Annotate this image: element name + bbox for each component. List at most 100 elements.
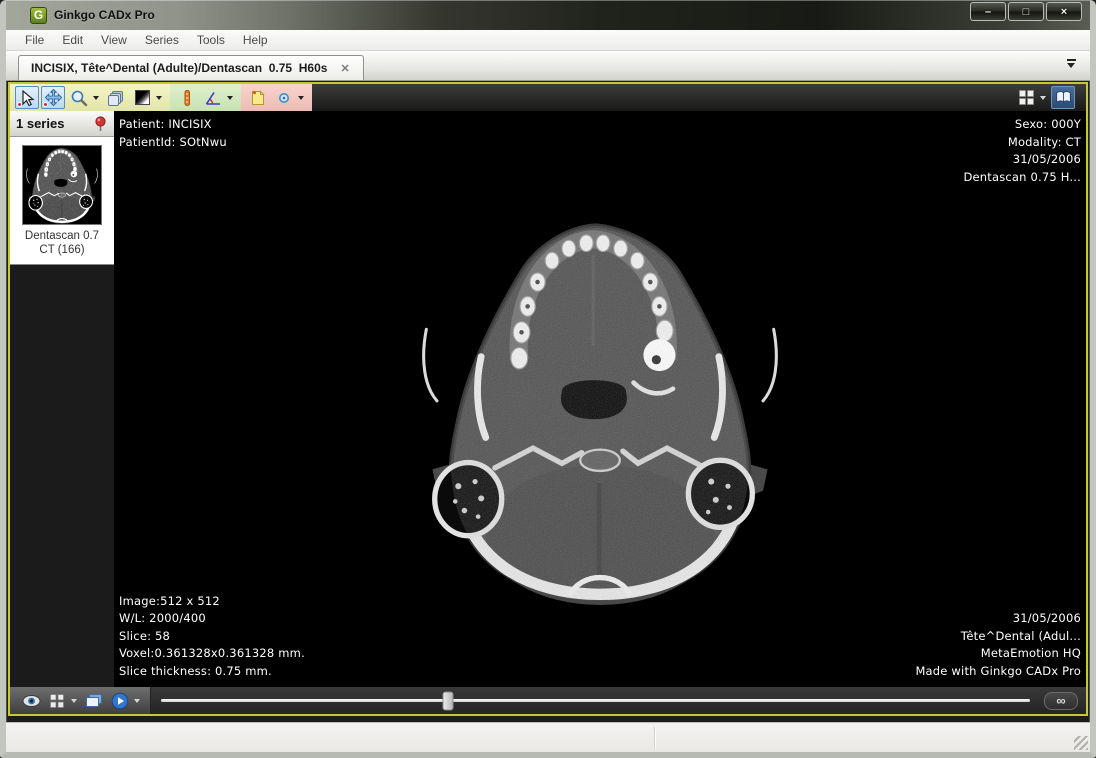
note-icon	[252, 89, 265, 105]
overlay-watermark: Made with Ginkgo CADx Pro	[915, 663, 1081, 678]
note-tool-button[interactable]	[246, 86, 270, 109]
angle-tool-button[interactable]	[201, 86, 225, 109]
pan-badge-icon	[43, 102, 48, 107]
menu-bar: File Edit View Series Tools Help	[6, 30, 1090, 51]
series-thumbnail[interactable]	[22, 145, 102, 225]
play-dropdown-icon[interactable]	[134, 698, 140, 703]
menu-series[interactable]: Series	[136, 31, 188, 49]
overlay-voxel: Voxel:0.361328x0.361328 mm.	[119, 646, 305, 660]
overlay-patient-name: Patient: INCISIX	[119, 117, 212, 131]
status-bar	[6, 722, 1090, 752]
overlay-study-date: 31/05/2006	[1012, 152, 1081, 166]
overlay-image-size: Image:512 x 512	[119, 593, 220, 608]
toolgroup-annotate	[241, 84, 312, 111]
status-bar-divider	[654, 727, 655, 748]
dicom-book-button[interactable]	[1051, 86, 1075, 109]
toolgroup-layout	[1009, 84, 1086, 111]
close-button[interactable]: ×	[1046, 2, 1082, 21]
overlay-slice-thickness: Slice thickness: 0.75 mm.	[119, 663, 272, 678]
series-name: Dentascan 0.7	[24, 230, 100, 242]
zoom-dropdown-icon[interactable]	[93, 95, 99, 100]
pan-tool-button[interactable]	[41, 86, 65, 109]
maximize-button[interactable]: □	[1008, 2, 1044, 21]
tab-label: INCISIX, Tête^Dental (Adulte)/Dentascan …	[31, 61, 328, 75]
dicom-viewport[interactable]: Patient: INCISIX PatientId: SOtNwu Sexo:…	[114, 111, 1086, 687]
layout-grid-icon	[1018, 90, 1034, 105]
magnifier-icon	[71, 90, 88, 106]
viewer-toolbar	[10, 84, 1086, 111]
visibility-button[interactable]	[19, 690, 43, 712]
overlay-window-level: W/L: 2000/400	[119, 611, 206, 625]
overlay-image-info: Image:512 x 512 W/L: 2000/400 Slice: 58 …	[119, 593, 305, 681]
play-icon	[111, 692, 129, 709]
overlay-institution: MetaEmotion HQ	[980, 646, 1081, 660]
angle-icon	[205, 91, 220, 105]
tab-bar: INCISIX, Tête^Dental (Adulte)/Dentascan …	[6, 51, 1090, 81]
overlay-institution-info: 31/05/2006 Tête^Dental (Adul... MetaEmot…	[915, 610, 1081, 680]
grid-layout-button[interactable]	[45, 690, 69, 712]
ruler-tool-button[interactable]	[175, 86, 199, 109]
grid-layout-dropdown-icon[interactable]	[71, 698, 77, 703]
angle-dropdown-icon[interactable]	[227, 95, 233, 100]
marker-dropdown-icon[interactable]	[298, 95, 304, 100]
book-icon	[1055, 91, 1071, 103]
minimize-button[interactable]: –	[970, 2, 1006, 21]
pin-icon[interactable]	[93, 115, 108, 132]
menu-help[interactable]: Help	[234, 31, 277, 49]
layers-icon	[108, 90, 123, 106]
overlay-sex: Sexo: 000Y	[1014, 117, 1081, 131]
overlay-series-desc: Dentascan 0.75 H...	[963, 169, 1081, 184]
pointer-tool-button[interactable]	[15, 86, 39, 109]
overlay-patient-id: PatientId: SOtNwu	[119, 134, 227, 149]
series-count-label: 1 series	[16, 116, 65, 131]
link-icon: ∞	[1056, 693, 1066, 708]
eye-icon	[22, 694, 40, 707]
overlay-study-info: Sexo: 000Y Modality: CT 31/05/2006 Denta…	[963, 116, 1081, 186]
toolgroup-navigation	[10, 84, 170, 111]
slice-slider[interactable]	[161, 687, 1030, 714]
slice-slider-thumb[interactable]	[442, 691, 454, 710]
layout-dropdown-icon[interactable]	[1040, 95, 1046, 100]
link-series-button[interactable]: ∞	[1044, 691, 1078, 710]
toolgroup-measure	[170, 84, 241, 111]
tab-study[interactable]: INCISIX, Tête^Dental (Adulte)/Dentascan …	[18, 55, 364, 80]
app-window: G Ginkgo CADx Pro – □ × File Edit View S…	[0, 0, 1096, 758]
cine-tools	[10, 687, 151, 714]
window-title: Ginkgo CADx Pro	[54, 8, 155, 22]
series-header[interactable]: 1 series	[10, 111, 114, 137]
ruler-icon	[184, 89, 190, 106]
overlay-protocol: Tête^Dental (Adul...	[960, 628, 1081, 643]
frames-icon	[86, 693, 102, 707]
menu-view[interactable]: View	[92, 31, 136, 49]
series-view: 1 series Dentascan 0.7 CT (166) Patient:…	[8, 82, 1088, 716]
menu-file[interactable]: File	[16, 31, 53, 49]
pointer-badge-icon	[17, 102, 22, 107]
window-level-tool-button[interactable]	[130, 86, 154, 109]
window-level-dropdown-icon[interactable]	[156, 95, 162, 100]
resize-grip-icon[interactable]	[1074, 736, 1088, 750]
layout-grid-button[interactable]	[1014, 86, 1038, 109]
cine-bar: ∞	[10, 687, 1086, 714]
menu-tools[interactable]: Tools	[188, 31, 234, 49]
play-cine-button[interactable]	[108, 690, 132, 712]
zoom-tool-button[interactable]	[67, 86, 91, 109]
menu-edit[interactable]: Edit	[53, 31, 92, 49]
tab-close-icon[interactable]: ✕	[337, 62, 352, 75]
series-sidebar: 1 series Dentascan 0.7 CT (166)	[10, 111, 114, 687]
overlay-modality: Modality: CT	[1007, 134, 1081, 149]
window-controls: – □ ×	[968, 2, 1082, 21]
overlay-slice: Slice: 58	[119, 628, 171, 643]
title-bar[interactable]: G Ginkgo CADx Pro – □ ×	[6, 0, 1090, 30]
window-level-icon	[134, 90, 150, 105]
series-thumbnail-card[interactable]: Dentascan 0.7 CT (166)	[10, 137, 114, 265]
slice-slider-track[interactable]	[161, 699, 1030, 702]
grid-layout-icon	[50, 693, 64, 708]
sidebar-empty-area	[10, 265, 114, 687]
app-logo-icon: G	[30, 6, 47, 24]
marker-tool-button[interactable]	[272, 86, 296, 109]
overlay-patient-info: Patient: INCISIX PatientId: SOtNwu	[119, 116, 227, 151]
stack-tool-button[interactable]	[104, 86, 128, 109]
series-frames-button[interactable]	[82, 690, 106, 712]
ct-image[interactable]	[405, 215, 795, 605]
tab-list-dropdown-icon[interactable]	[1067, 59, 1076, 68]
